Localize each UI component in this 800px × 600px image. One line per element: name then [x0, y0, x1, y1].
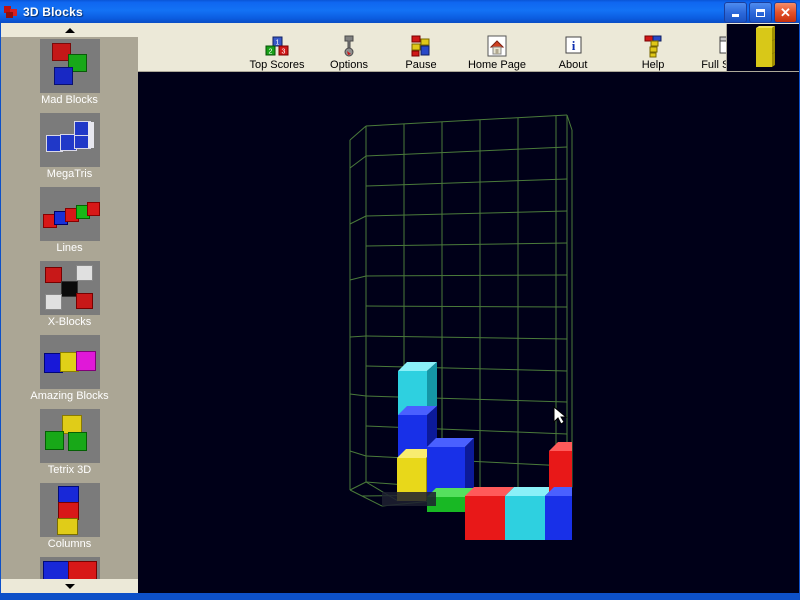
options-button[interactable]: Options [320, 26, 378, 71]
help-button[interactable]: Help [624, 26, 682, 71]
x-blocks-thumb [39, 261, 100, 315]
svg-text:2: 2 [269, 49, 273, 56]
sidebar-item-lines[interactable]: Lines [1, 185, 138, 259]
sidebar-item-x-blocks[interactable]: X-Blocks [1, 259, 138, 333]
game-list-sidebar: Mad Blocks MegaTris Lines X-Blocks Amazi… [1, 23, 138, 593]
mad-blocks-thumb [39, 39, 100, 93]
sidebar-item-megatris[interactable]: MegaTris [1, 111, 138, 185]
maximize-icon [756, 8, 765, 17]
amazing-blocks-thumb [39, 335, 100, 389]
home-page-label: Home Page [467, 59, 527, 71]
game-viewport[interactable]: TOTAL SCORE: 6 LAST SCORE: 3 BLOCKS DEST… [138, 72, 799, 593]
info-icon: i [560, 34, 586, 58]
megatris-thumb [39, 113, 100, 167]
sidebar-item-partial[interactable] [1, 555, 138, 579]
game-board[interactable] [138, 72, 799, 593]
svg-text:1: 1 [276, 40, 280, 47]
window-border-bottom [0, 593, 800, 600]
blocks-pause-icon [408, 34, 434, 58]
application-window: 3D Blocks ✕ Mad Blocks MegaTris Lines X-… [0, 0, 800, 600]
maximize-button[interactable] [749, 2, 772, 23]
sidebar-item-label: Columns [47, 538, 92, 550]
sidebar-item-columns[interactable]: Columns [1, 481, 138, 555]
top-scores-button[interactable]: 1 2 3 Top Scores [248, 26, 306, 71]
pause-button[interactable]: Pause [392, 26, 450, 71]
app-blocks-icon [3, 4, 19, 20]
sidebar-item-label: X-Blocks [47, 316, 92, 328]
help-label: Help [641, 59, 665, 71]
chevron-up-icon [64, 27, 75, 33]
about-label: About [558, 59, 588, 71]
chevron-down-icon [64, 583, 75, 589]
close-icon: ✕ [780, 5, 791, 20]
sidebar-item-label: Lines [56, 242, 83, 254]
window-controls: ✕ [724, 2, 797, 23]
sidebar-item-amazing-blocks[interactable]: Amazing Blocks [1, 333, 138, 407]
house-icon [484, 34, 510, 58]
sidebar-item-label: Tetrix 3D [47, 464, 92, 476]
window-border-left [0, 23, 1, 600]
tetrix-3d-thumb [39, 409, 100, 463]
lines-thumb [39, 187, 100, 241]
sidebar-item-tetrix-3d[interactable]: Tetrix 3D [1, 407, 138, 481]
wrench-icon [336, 34, 362, 58]
numbered-blocks-icon: 1 2 3 [264, 34, 290, 58]
window-title: 3D Blocks [23, 4, 83, 19]
game-list[interactable]: Mad Blocks MegaTris Lines X-Blocks Amazi… [1, 37, 138, 579]
close-button[interactable]: ✕ [774, 2, 797, 23]
home-page-button[interactable]: Home Page [468, 26, 526, 71]
toolbar: 1 2 3 Top Scores Options Pause Home Page… [138, 23, 799, 72]
client-area: Mad Blocks MegaTris Lines X-Blocks Amazi… [1, 23, 799, 593]
svg-text:3: 3 [282, 49, 286, 56]
scroll-up-button[interactable] [1, 23, 138, 37]
minimize-button[interactable] [724, 2, 747, 23]
sidebar-item-label: Mad Blocks [41, 94, 98, 106]
partial-thumb [39, 557, 100, 579]
minimize-icon [732, 14, 739, 17]
svg-text:i: i [572, 38, 576, 53]
next-piece-preview [726, 24, 799, 71]
sidebar-item-label: Amazing Blocks [30, 390, 109, 402]
title-bar[interactable]: 3D Blocks ✕ [0, 0, 800, 23]
pause-label: Pause [405, 59, 437, 71]
options-label: Options [330, 59, 368, 71]
top-scores-label: Top Scores [249, 59, 305, 71]
blue-block [545, 487, 572, 540]
sidebar-item-mad-blocks[interactable]: Mad Blocks [1, 37, 138, 111]
about-button[interactable]: i About [544, 26, 602, 71]
scroll-down-button[interactable] [1, 579, 138, 593]
question-blocks-icon [640, 34, 666, 58]
columns-thumb [39, 483, 100, 537]
sidebar-item-label: MegaTris [46, 168, 93, 180]
